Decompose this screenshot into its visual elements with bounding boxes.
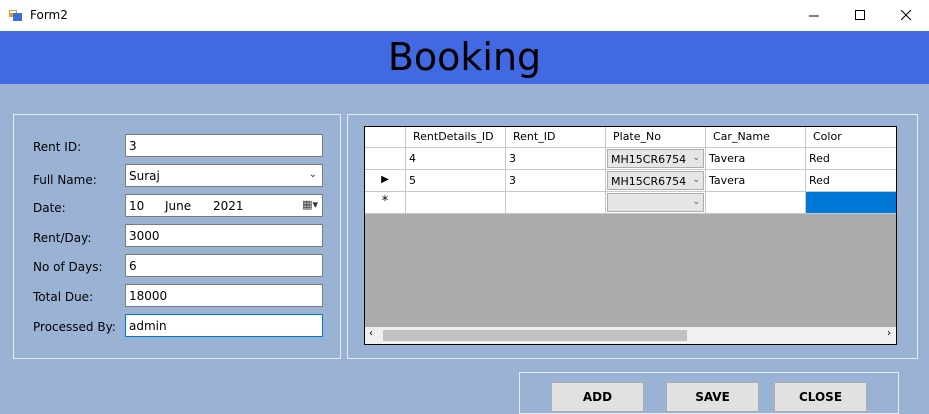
calendar-icon[interactable]: ▦▾ <box>302 198 318 211</box>
page-title: Booking <box>387 35 542 79</box>
total-due-field[interactable]: 18000 <box>125 284 323 307</box>
full-name-combo[interactable]: Suraj ⌄ <box>125 164 323 187</box>
add-button[interactable]: ADD <box>551 382 644 412</box>
plate-no-combo[interactable]: MH15CR6754 ⌄ <box>607 171 704 190</box>
plate-no-value: MH15CR6754 <box>611 175 687 188</box>
horizontal-scrollbar[interactable]: ‹ › <box>365 327 896 344</box>
table-cell[interactable]: 5 <box>406 170 506 192</box>
grid-corner-header[interactable] <box>365 127 406 148</box>
window-titlebar: Form2 <box>0 0 929 31</box>
rent-per-day-field[interactable]: 3000 <box>125 224 323 247</box>
scroll-right-icon[interactable]: › <box>887 328 891 339</box>
no-of-days-label: No of Days: <box>33 260 103 274</box>
minimize-button[interactable] <box>791 0 837 31</box>
no-of-days-field[interactable]: 6 <box>125 254 323 277</box>
processed-by-field[interactable]: admin <box>125 314 323 337</box>
header-banner: Booking <box>0 31 929 84</box>
column-header-plate-no[interactable]: Plate_No <box>606 127 706 148</box>
total-due-label: Total Due: <box>33 290 94 304</box>
maximize-button[interactable] <box>837 0 883 31</box>
column-header-rentdetails-id[interactable]: RentDetails_ID <box>406 127 506 148</box>
minimize-icon <box>808 15 819 17</box>
row-header-current[interactable]: ▶ <box>365 170 406 192</box>
date-month[interactable]: June <box>165 199 191 213</box>
table-cell[interactable]: 4 <box>406 148 506 170</box>
plate-no-combo-empty[interactable]: ⌄ <box>607 193 704 212</box>
table-cell[interactable]: 3 <box>506 148 606 170</box>
date-year[interactable]: 2021 <box>213 199 244 213</box>
date-picker[interactable]: 10 June 2021 ▦▾ <box>125 194 323 217</box>
scroll-left-icon[interactable]: ‹ <box>369 328 373 339</box>
table-cell[interactable]: Red <box>806 170 896 192</box>
new-row-icon: * <box>381 194 389 209</box>
scrollbar-thumb[interactable] <box>383 330 687 341</box>
row-header-new[interactable]: * <box>365 192 406 214</box>
table-cell-new[interactable] <box>406 192 506 214</box>
table-cell-new[interactable] <box>706 192 806 214</box>
table-cell-selected[interactable] <box>806 192 896 214</box>
app-icon <box>9 10 22 21</box>
close-window-button[interactable] <box>883 0 929 31</box>
table-cell-combo[interactable]: MH15CR6754 ⌄ <box>606 148 706 170</box>
save-button[interactable]: SAVE <box>666 382 759 412</box>
column-header-car-name[interactable]: Car_Name <box>706 127 806 148</box>
full-name-label: Full Name: <box>33 173 97 187</box>
column-header-rent-id[interactable]: Rent_ID <box>506 127 606 148</box>
table-cell[interactable]: 3 <box>506 170 606 192</box>
table-cell-new[interactable] <box>506 192 606 214</box>
table-cell[interactable]: Red <box>806 148 896 170</box>
rent-per-day-label: Rent/Day: <box>33 231 92 245</box>
table-cell-combo[interactable]: MH15CR6754 ⌄ <box>606 170 706 192</box>
maximize-icon <box>854 10 865 20</box>
plate-no-combo[interactable]: MH15CR6754 ⌄ <box>607 149 704 168</box>
date-day[interactable]: 10 <box>129 199 144 213</box>
chevron-down-icon[interactable]: ⌄ <box>692 197 700 207</box>
table-cell[interactable]: Tavera <box>706 148 806 170</box>
current-row-icon: ▶ <box>381 174 389 185</box>
full-name-value: Suraj <box>129 169 160 183</box>
table-cell[interactable]: Tavera <box>706 170 806 192</box>
chevron-down-icon[interactable]: ⌄ <box>692 153 700 163</box>
column-header-color[interactable]: Color <box>806 127 896 148</box>
close-icon <box>900 10 911 21</box>
rent-details-grid[interactable]: RentDetails_ID Rent_ID Plate_No Car_Name… <box>364 126 897 345</box>
chevron-down-icon[interactable]: ⌄ <box>309 169 317 180</box>
plate-no-value: MH15CR6754 <box>611 153 687 166</box>
row-header[interactable] <box>365 148 406 170</box>
rent-id-label: Rent ID: <box>33 140 82 154</box>
date-label: Date: <box>33 201 66 215</box>
chevron-down-icon[interactable]: ⌄ <box>692 175 700 185</box>
window-title: Form2 <box>30 8 68 22</box>
table-cell-new-combo[interactable]: ⌄ <box>606 192 706 214</box>
rent-id-field[interactable]: 3 <box>125 134 323 157</box>
close-button[interactable]: CLOSE <box>774 382 867 412</box>
processed-by-label: Processed By: <box>33 320 116 334</box>
